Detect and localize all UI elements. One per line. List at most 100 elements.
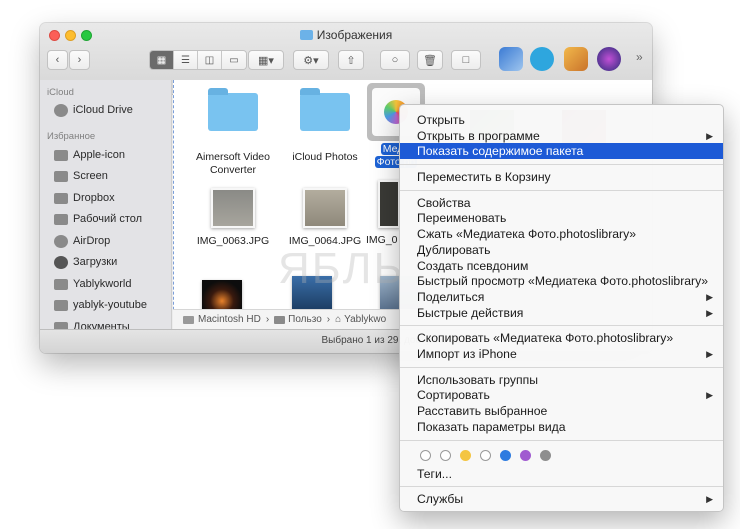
menu-item-sort-by[interactable]: Сортировать ▶ bbox=[400, 387, 723, 403]
tag-color-dot[interactable] bbox=[460, 450, 471, 461]
menu-item-quick-actions[interactable]: Быстрые действия ▶ bbox=[400, 305, 723, 321]
folder-icon bbox=[54, 149, 68, 161]
preview-app-icon[interactable] bbox=[499, 47, 523, 71]
share-button[interactable]: ⇧ bbox=[338, 50, 364, 70]
menu-item-compress[interactable]: Сжать «Медиатека Фото.photoslibrary» bbox=[400, 226, 723, 242]
siri-app-icon[interactable] bbox=[597, 47, 621, 71]
toolbar-overflow-icon[interactable]: » bbox=[636, 50, 643, 64]
new-folder-button[interactable]: □ bbox=[451, 50, 481, 70]
path-item[interactable]: Macintosh HD bbox=[198, 314, 261, 325]
back-button[interactable]: ‹ bbox=[47, 50, 68, 70]
menu-separator bbox=[400, 486, 723, 487]
sidebar-header-icloud: iCloud bbox=[47, 87, 74, 98]
view-list-button[interactable]: ☰ bbox=[174, 51, 198, 69]
cloud-icon bbox=[54, 103, 68, 117]
image-thumbnail[interactable] bbox=[202, 280, 242, 310]
submenu-arrow-icon: ▶ bbox=[706, 494, 713, 504]
path-item[interactable]: Yablykwo bbox=[344, 314, 386, 325]
sidebar-item-airdrop[interactable]: AirDrop bbox=[54, 232, 110, 250]
submenu-arrow-icon: ▶ bbox=[706, 131, 713, 141]
forward-button[interactable]: › bbox=[69, 50, 90, 70]
window-title: Изображения bbox=[40, 28, 652, 42]
brush-app-icon[interactable] bbox=[564, 47, 588, 71]
path-item[interactable]: Пользо bbox=[288, 314, 322, 325]
action-button[interactable]: ⚙▾ bbox=[293, 50, 329, 70]
tag-color-dot[interactable] bbox=[500, 450, 511, 461]
submenu-arrow-icon: ▶ bbox=[706, 308, 713, 318]
submenu-arrow-icon: ▶ bbox=[706, 349, 713, 359]
menu-item-open[interactable]: Открыть bbox=[400, 112, 723, 128]
grid-icon: ▦▾ bbox=[258, 54, 274, 67]
sidebar: iCloud iCloud Drive Избранное Apple-icon… bbox=[40, 80, 172, 335]
gear-icon: ⚙▾ bbox=[303, 54, 319, 67]
image-thumbnail bbox=[211, 188, 255, 228]
folder-icon bbox=[54, 299, 68, 311]
menu-item-open-with[interactable]: Открыть в программе ▶ bbox=[400, 128, 723, 144]
menu-item-rename[interactable]: Переименовать bbox=[400, 210, 723, 226]
sidebar-item-downloads[interactable]: Загрузки bbox=[54, 253, 117, 271]
menu-separator bbox=[400, 325, 723, 326]
image-file-item[interactable]: IMG_0064.JPG bbox=[280, 188, 370, 248]
tag-button[interactable]: ○ bbox=[380, 50, 410, 70]
view-mode-switch[interactable]: ▦ ☰ ◫ ▭ bbox=[149, 50, 247, 70]
menu-item-show-package-contents[interactable]: Показать содержимое пакета bbox=[400, 143, 723, 159]
folder-icon bbox=[299, 30, 313, 40]
sidebar-item-yablyk-youtube[interactable]: yablyk-youtube bbox=[54, 296, 147, 314]
menu-separator bbox=[400, 164, 723, 165]
context-menu: Открыть Открыть в программе ▶ Показать со… bbox=[399, 104, 724, 512]
sidebar-item-dropbox[interactable]: Dropbox bbox=[54, 189, 115, 207]
view-icons-button[interactable]: ▦ bbox=[150, 51, 174, 69]
group-button[interactable]: ▦▾ bbox=[248, 50, 284, 70]
sidebar-header-favorites: Избранное bbox=[47, 131, 96, 142]
desktop-icon bbox=[54, 213, 68, 225]
submenu-arrow-icon: ▶ bbox=[706, 390, 713, 400]
download-icon bbox=[54, 255, 68, 269]
menu-item-show-view-options[interactable]: Показать параметры вида bbox=[400, 419, 723, 435]
folder-icon bbox=[54, 192, 68, 204]
tag-color-dot[interactable] bbox=[480, 450, 491, 461]
tag-color-dot[interactable] bbox=[420, 450, 431, 461]
view-columns-button[interactable]: ◫ bbox=[198, 51, 222, 69]
folder-icon bbox=[300, 88, 350, 131]
sidebar-item-screen[interactable]: Screen bbox=[54, 167, 108, 185]
airdrop-icon bbox=[54, 234, 68, 248]
menu-item-clean-up-selection[interactable]: Расставить выбранное bbox=[400, 403, 723, 419]
sidebar-item-desktop[interactable]: Рабочий стол bbox=[54, 210, 142, 228]
menu-item-services[interactable]: Службы ▶ bbox=[400, 491, 723, 507]
menu-item-use-groups[interactable]: Использовать группы bbox=[400, 372, 723, 388]
sidebar-item-icloud-drive[interactable]: iCloud Drive bbox=[54, 101, 133, 119]
folder-icon bbox=[54, 170, 68, 182]
tag-color-dot[interactable] bbox=[440, 450, 451, 461]
menu-separator bbox=[400, 440, 723, 441]
menu-item-get-info[interactable]: Свойства bbox=[400, 195, 723, 211]
menu-item-share[interactable]: Поделиться ▶ bbox=[400, 289, 723, 305]
path-separator-icon: › bbox=[265, 314, 270, 325]
menu-item-copy[interactable]: Скопировать «Медиатека Фото.photoslibrar… bbox=[400, 330, 723, 346]
disk-icon bbox=[183, 315, 194, 324]
menu-item-move-to-trash[interactable]: Переместить в Корзину bbox=[400, 169, 723, 185]
folder-icon bbox=[208, 88, 258, 131]
sidebar-item-yablykworld[interactable]: Yablykworld bbox=[54, 275, 132, 293]
telegram-app-icon[interactable] bbox=[530, 47, 554, 71]
sidebar-item-apple-icon[interactable]: Apple-icon bbox=[54, 146, 125, 164]
tag-color-dot[interactable] bbox=[540, 450, 551, 461]
view-gallery-button[interactable]: ▭ bbox=[222, 51, 246, 69]
trash-icon: 🗑 bbox=[423, 54, 437, 67]
menu-item-quick-look[interactable]: Быстрый просмотр «Медиатека Фото.photosl… bbox=[400, 273, 723, 289]
tag-icon: ○ bbox=[391, 54, 399, 66]
home-icon: ⌂ bbox=[335, 314, 342, 325]
trash-button[interactable]: 🗑 bbox=[417, 50, 443, 70]
share-icon: ⇧ bbox=[346, 54, 356, 67]
folder-item[interactable]: iCloud Photos bbox=[280, 88, 370, 164]
chevron-left-icon: ‹ bbox=[55, 54, 60, 66]
menu-item-duplicate[interactable]: Дублировать bbox=[400, 242, 723, 258]
menu-item-import-from-iphone[interactable]: Импорт из iPhone ▶ bbox=[400, 346, 723, 362]
menu-separator bbox=[400, 367, 723, 368]
menu-item-make-alias[interactable]: Создать псевдоним bbox=[400, 258, 723, 274]
tag-color-dot[interactable] bbox=[520, 450, 531, 461]
menu-item-tags[interactable]: Теги... bbox=[400, 466, 723, 482]
folder-item[interactable]: Aimersoft Video Converter bbox=[188, 88, 278, 177]
path-separator-icon: › bbox=[326, 314, 331, 325]
image-file-item[interactable]: IMG_0063.JPG bbox=[188, 188, 278, 248]
desktop: Изображения ‹ › ▦ ☰ ◫ ▭ ▦▾ ⚙▾ ⇧ ○ 🗑 □ » … bbox=[0, 0, 740, 529]
